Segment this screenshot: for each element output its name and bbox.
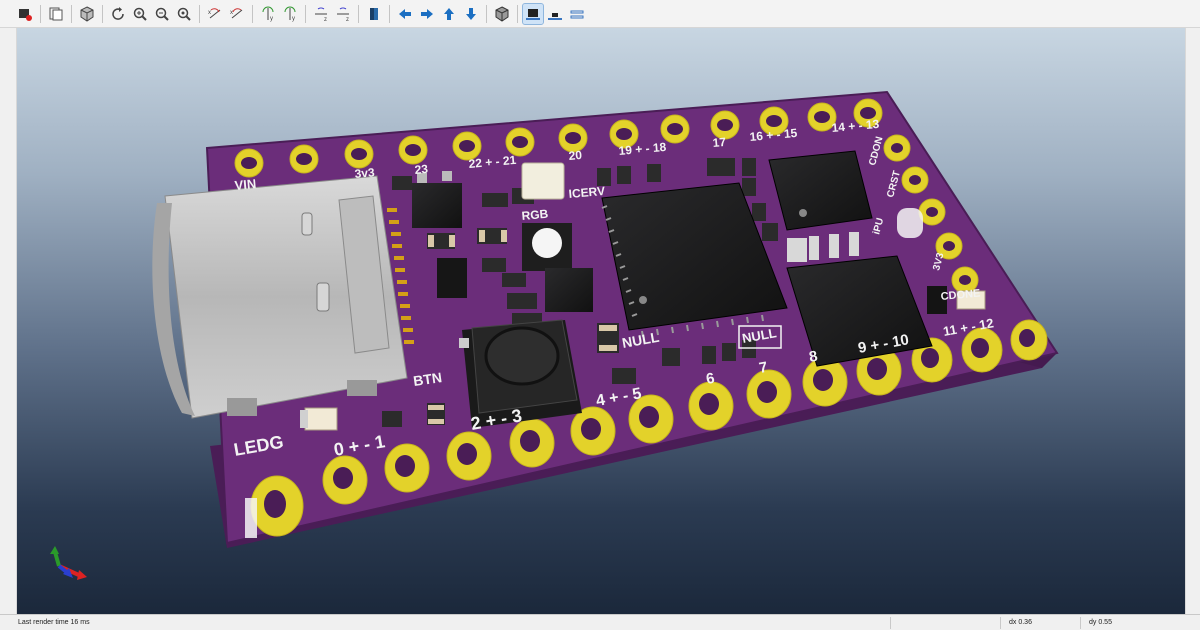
silk-rgb: RGB [521, 207, 549, 223]
svg-text:x: x [230, 10, 233, 16]
zoom-out-icon[interactable] [152, 4, 172, 24]
move-down-icon[interactable] [461, 4, 481, 24]
toolbar-separator [486, 4, 487, 23]
status-bar: Last render time 16 ms dx 0.36 dy 0.55 [0, 614, 1200, 630]
move-up-icon[interactable] [439, 4, 459, 24]
silk-20: 20 [568, 148, 583, 163]
svg-text:y: y [292, 16, 295, 22]
dy-readout: dy 0.55 [1089, 619, 1112, 626]
axes-gizmo-icon [50, 546, 87, 580]
toolbar-separator [389, 4, 390, 23]
toolbar-separator [252, 4, 253, 23]
view-front-icon[interactable] [522, 2, 544, 25]
silk-23: 23 [414, 162, 429, 177]
rotate-z-cw-icon[interactable]: z [311, 4, 331, 24]
silk-vin: VIN [234, 176, 257, 193]
status-cell-empty [890, 617, 1001, 629]
rotate-x-ccw-icon[interactable]: x [227, 4, 247, 24]
move-left-icon[interactable] [395, 4, 415, 24]
left-border [0, 28, 17, 614]
silk-17: 17 [712, 135, 727, 150]
toolbar-separator [102, 4, 103, 23]
zoom-in-icon[interactable] [130, 4, 150, 24]
svg-text:z: z [324, 17, 327, 22]
small-ic [545, 268, 593, 312]
view-layers-icon[interactable] [567, 4, 587, 24]
toolbar: x x y y z z [0, 0, 1200, 28]
crystal [521, 162, 565, 200]
ortho-icon[interactable] [492, 4, 512, 24]
toolbar-separator [40, 4, 41, 23]
rotate-z-ccw-icon[interactable]: z [333, 4, 353, 24]
status-cell-dy: dy 0.55 [1080, 617, 1191, 629]
diode-chip [437, 258, 467, 298]
toolbar-separator [71, 4, 72, 23]
render-time-text: Last render time 16 ms [18, 619, 90, 626]
silk-3v3: 3v3 [354, 165, 375, 181]
flip-board-icon[interactable] [364, 4, 384, 24]
3d-viewport[interactable]: VIN 3v3 23 22 + - 21 20 19 + - 18 17 16 … [17, 28, 1185, 614]
render-icon[interactable] [15, 4, 35, 24]
svg-text:z: z [346, 17, 349, 22]
right-scrollbar[interactable] [1185, 28, 1200, 614]
usb-c-connector [152, 175, 414, 419]
zoom-fit-icon[interactable] [174, 4, 194, 24]
toolbar-separator [517, 4, 518, 23]
view-bottom-icon[interactable] [545, 4, 565, 24]
pcb-render: VIN 3v3 23 22 + - 21 20 19 + - 18 17 16 … [50, 90, 1059, 580]
led-green [304, 407, 338, 431]
dx-readout: dx 0.36 [1009, 619, 1032, 626]
rotate-y-ccw-icon[interactable]: y [280, 4, 300, 24]
3d-viewer-window: x x y y z z VIN 3v3 23 22 + - 21 20 19 +… [0, 0, 1200, 630]
copy-image-icon[interactable] [46, 4, 66, 24]
3d-model-icon[interactable] [77, 4, 97, 24]
rotate-x-cw-icon[interactable]: x [205, 4, 225, 24]
rgb-led [522, 223, 572, 271]
rotate-y-cw-icon[interactable]: y [258, 4, 278, 24]
toolbar-separator [199, 4, 200, 23]
toolbar-separator [305, 4, 306, 23]
svg-text:y: y [270, 16, 273, 22]
move-right-icon[interactable] [417, 4, 437, 24]
reload-icon[interactable] [108, 4, 128, 24]
svg-text:x: x [208, 10, 211, 16]
status-cell-dx: dx 0.36 [1000, 617, 1081, 629]
toolbar-separator [358, 4, 359, 23]
